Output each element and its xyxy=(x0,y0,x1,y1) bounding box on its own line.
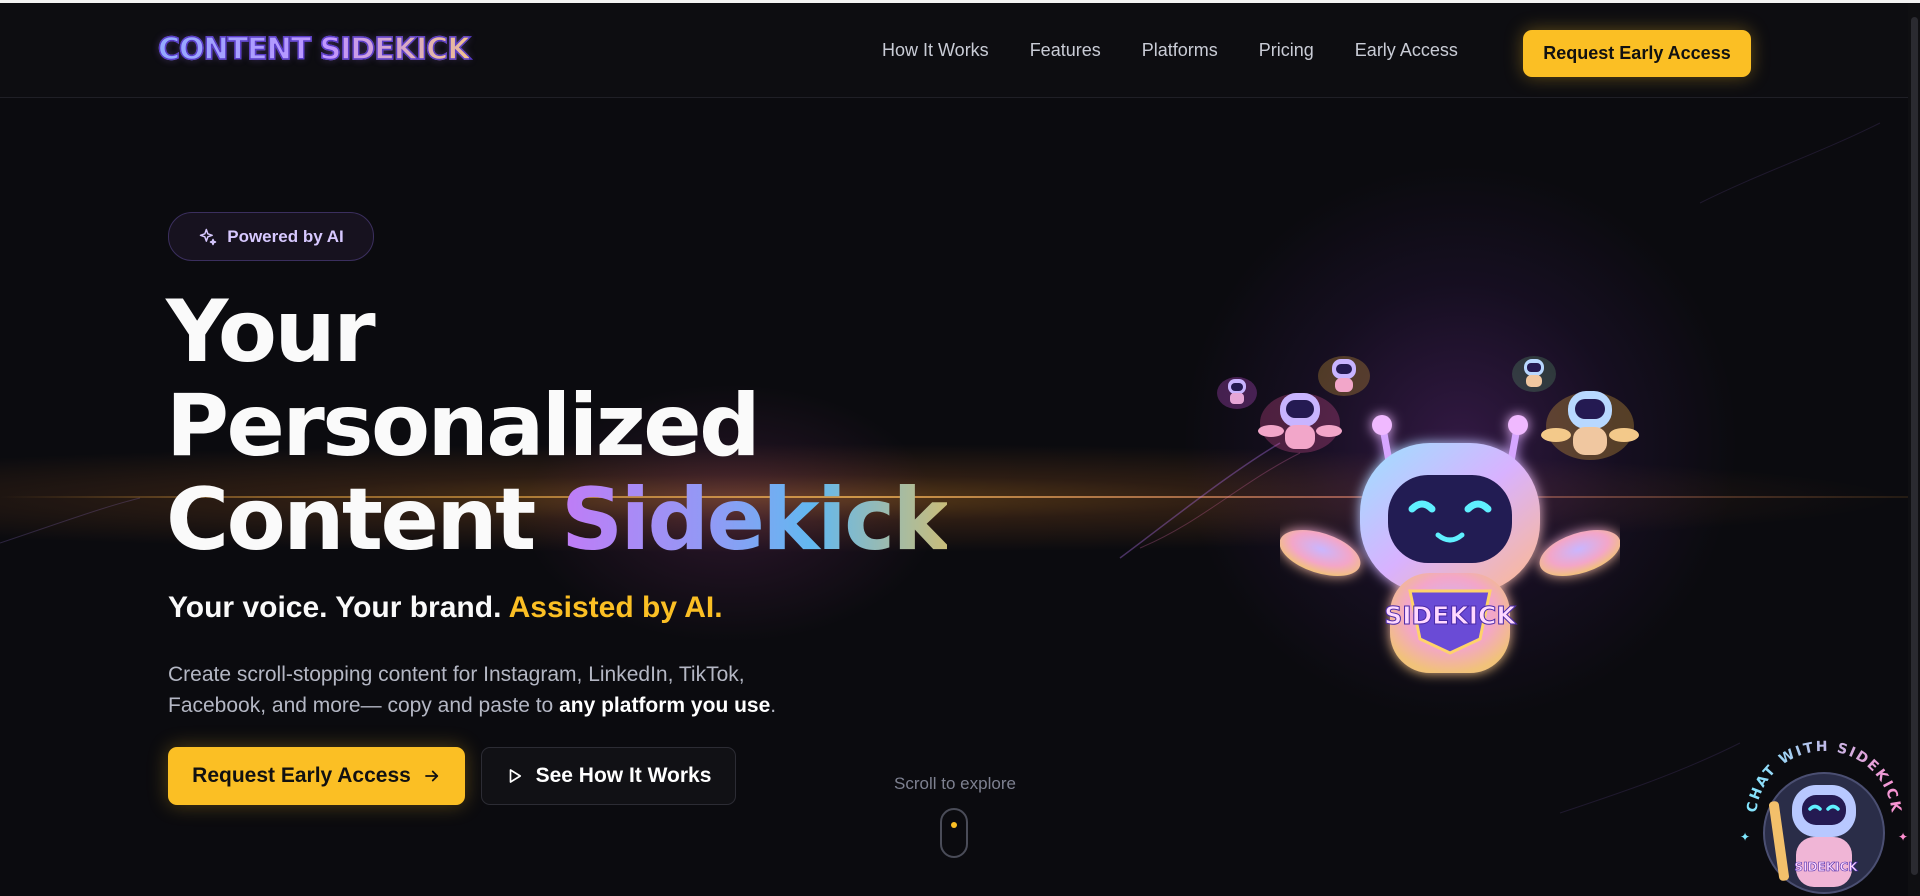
hero-title-line-3: Content Sidekick xyxy=(166,470,950,570)
tagline-plain: Your voice. Your brand. xyxy=(168,591,509,624)
description-line-2: Facebook, and more— copy and paste to xyxy=(168,694,560,717)
robot-small-image xyxy=(1512,356,1556,392)
hero-title-line-2: Personalized xyxy=(166,376,761,476)
sparkle-icon xyxy=(199,228,217,245)
logo[interactable]: CONTENT SIDEKICK xyxy=(157,31,471,69)
nav-early-access[interactable]: Early Access xyxy=(1355,40,1458,61)
nav-how-it-works[interactable]: How It Works xyxy=(882,40,989,61)
nav-pricing[interactable]: Pricing xyxy=(1259,40,1314,61)
tagline-accent: Assisted by AI. xyxy=(508,591,723,624)
hero-title-line-1: Your xyxy=(166,282,376,382)
powered-by-ai-badge: Powered by AI xyxy=(168,212,374,261)
see-how-it-works-button[interactable]: See How It Works xyxy=(481,747,736,805)
hero-title: Your Personalized Content Sidekick xyxy=(166,282,950,570)
description-line-1: Create scroll-stopping content for Insta… xyxy=(168,663,745,686)
scrollbar-thumb[interactable] xyxy=(1911,17,1918,875)
description-end: . xyxy=(770,694,777,717)
nav-features[interactable]: Features xyxy=(1030,40,1101,61)
page: CONTENT SIDEKICK How It Works Features P… xyxy=(0,3,1908,896)
svg-text:✦: ✦ xyxy=(1898,830,1908,844)
primary-button-label: Request Early Access xyxy=(192,764,411,787)
site-header: CONTENT SIDEKICK How It Works Features P… xyxy=(0,3,1908,98)
badge-label: Powered by AI xyxy=(227,226,344,246)
chat-badge-label: SIDEKICK xyxy=(1794,860,1858,874)
svg-text:✦: ✦ xyxy=(1740,830,1750,844)
secondary-button-label: See How It Works xyxy=(535,764,712,787)
robot-badge-label: SIDEKICK xyxy=(1384,601,1517,630)
hero-tagline: Your voice. Your brand. Assisted by AI. xyxy=(168,591,723,625)
chat-with-sidekick-widget[interactable]: CHAT WITH SIDEKICK ✦ ✦ SIDEKICK xyxy=(1730,721,1908,896)
play-icon xyxy=(509,769,521,783)
main-nav: How It Works Features Platforms Pricing … xyxy=(882,3,1499,97)
hero-description: Create scroll-stopping content for Insta… xyxy=(168,659,808,721)
page-scrollbar[interactable] xyxy=(1908,3,1920,896)
robot-small-image xyxy=(1217,377,1257,409)
hero-request-access-button[interactable]: Request Early Access xyxy=(168,747,465,805)
mouse-dot xyxy=(951,822,957,828)
robot-small-image xyxy=(1318,356,1370,396)
arrow-right-icon xyxy=(424,770,438,782)
mouse-scroll-icon[interactable] xyxy=(940,808,968,858)
header-request-access-button[interactable]: Request Early Access xyxy=(1523,30,1751,77)
nav-platforms[interactable]: Platforms xyxy=(1142,40,1218,61)
description-bold: any platform you use xyxy=(559,694,771,717)
hero-title-plain: Content xyxy=(166,470,562,570)
scroll-hint: Scroll to explore xyxy=(894,774,1016,793)
hero-title-accent: Sidekick xyxy=(561,470,950,570)
